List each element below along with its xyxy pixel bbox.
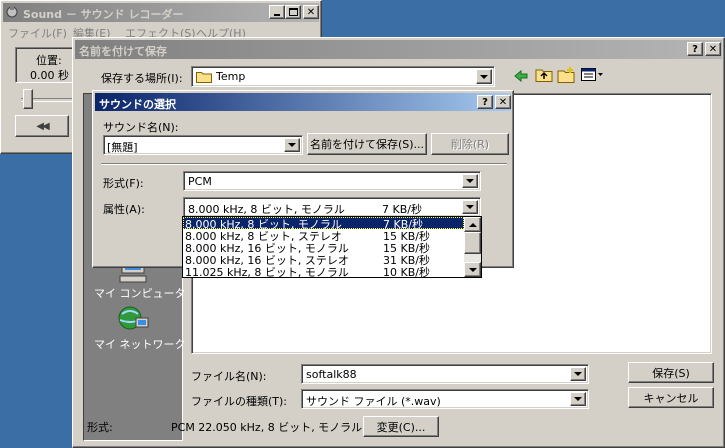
new-folder-icon[interactable] bbox=[557, 66, 575, 83]
save-as-titlebar[interactable]: 名前を付けて保存 ? ✕ bbox=[75, 40, 722, 59]
my-network-icon[interactable] bbox=[118, 304, 150, 334]
save-in-dropdown-button[interactable] bbox=[476, 69, 492, 84]
change-format-button[interactable]: 変更(C)... bbox=[363, 416, 439, 437]
save-in-label: 保存する場所(I): bbox=[101, 72, 183, 85]
attributes-scrollbar[interactable] bbox=[464, 217, 481, 277]
chevron-up-icon bbox=[468, 222, 477, 227]
sound-format-dropdown-button[interactable] bbox=[462, 174, 478, 188]
attribute-option[interactable]: 11.025 kHz, 8 ビット, モノラル 10 KB/秒 bbox=[183, 265, 464, 279]
sound-name-label: サウンド名(N): bbox=[103, 121, 179, 134]
back-icon[interactable] bbox=[513, 68, 529, 84]
format-label: 形式: bbox=[87, 421, 113, 434]
attribute-option-rate: 10 KB/秒 bbox=[383, 266, 430, 279]
filetype-value: サウンド ファイル (*.wav) bbox=[306, 395, 441, 408]
close-icon: ✕ bbox=[306, 6, 316, 18]
filetype-label: ファイルの種類(T): bbox=[191, 395, 288, 408]
filename-label: ファイル名(N): bbox=[191, 370, 267, 383]
chevron-down-icon bbox=[574, 397, 582, 401]
attributes-dropdown-list[interactable]: 8.000 kHz, 8 ビット, モノラル 7 KB/秒 8.000 kHz, 8… bbox=[182, 216, 482, 279]
attributes-rows: 8.000 kHz, 8 ビット, モノラル 7 KB/秒 8.000 kHz, 8… bbox=[183, 217, 464, 279]
save-in-value: Temp bbox=[216, 70, 246, 83]
minimize-button[interactable] bbox=[269, 5, 285, 19]
save-as-help-button[interactable]: ? bbox=[687, 42, 703, 56]
help-icon: ? bbox=[482, 96, 488, 108]
sound-name-dropdown-button[interactable] bbox=[284, 138, 300, 152]
save-as-title: 名前を付けて保存 bbox=[79, 45, 167, 58]
close-icon: ✕ bbox=[498, 96, 508, 108]
format-value: PCM 22.050 kHz, 8 ビット, モノラル bbox=[171, 421, 363, 434]
delete-sound-button-label: 削除(R) bbox=[450, 138, 490, 151]
chevron-down-icon bbox=[466, 205, 474, 209]
close-icon: ✕ bbox=[708, 43, 718, 55]
maximize-icon bbox=[288, 8, 298, 16]
sound-select-title: サウンドの選択 bbox=[99, 98, 176, 111]
sound-select-close-button[interactable]: ✕ bbox=[495, 95, 511, 109]
chevron-down-icon bbox=[288, 143, 296, 147]
sound-select-separator bbox=[101, 163, 507, 165]
chevron-down-icon bbox=[574, 372, 582, 376]
attributes-label: 属性(A): bbox=[103, 203, 145, 216]
folder-icon bbox=[196, 70, 212, 86]
maximize-button[interactable] bbox=[285, 5, 301, 19]
save-as-close-button[interactable]: ✕ bbox=[705, 42, 721, 56]
scroll-up-button[interactable] bbox=[464, 217, 481, 232]
place-my-network-label[interactable]: マイ ネットワーク bbox=[94, 336, 186, 352]
place-my-computer-label[interactable]: マイ コンピュータ bbox=[94, 285, 186, 301]
delete-sound-button[interactable]: 削除(R) bbox=[431, 133, 509, 155]
menu-file[interactable]: ファイル(F) bbox=[8, 25, 67, 41]
filename-combo[interactable]: softalk88 bbox=[301, 364, 589, 384]
sound-recorder-titlebar[interactable]: Sound － サウンド レコーダー ✕ bbox=[3, 3, 319, 22]
chevron-down-icon bbox=[480, 74, 488, 79]
sound-recorder-app-icon bbox=[6, 5, 19, 18]
filename-dropdown-button[interactable] bbox=[570, 367, 586, 381]
sound-select-titlebar[interactable]: サウンドの選択 ? ✕ bbox=[95, 93, 511, 111]
attributes-value-rate: 7 KB/秒 bbox=[382, 203, 422, 216]
sound-format-label: 形式(F): bbox=[103, 177, 144, 190]
filename-value: softalk88 bbox=[306, 368, 357, 381]
sound-name-combo[interactable]: [無題] bbox=[103, 135, 303, 155]
scroll-thumb[interactable] bbox=[464, 232, 481, 254]
sound-format-value: PCM bbox=[188, 175, 212, 188]
save-button[interactable]: 保存(S) bbox=[628, 362, 714, 383]
help-icon: ? bbox=[692, 43, 698, 55]
sound-select-help-button[interactable]: ? bbox=[477, 95, 493, 109]
save-as-sound-button-label: 名前を付けて保存(S)... bbox=[309, 138, 425, 151]
sound-format-combo[interactable]: PCM bbox=[183, 171, 481, 191]
sound-recorder-title: Sound － サウンド レコーダー bbox=[23, 8, 184, 21]
rewind-button[interactable]: ◀◀ bbox=[15, 115, 69, 137]
attributes-combo[interactable]: 8.000 kHz, 8 ビット, モノラル 7 KB/秒 bbox=[183, 197, 481, 217]
position-value: 0.00 秒 bbox=[30, 69, 69, 82]
position-slider-thumb[interactable] bbox=[23, 89, 33, 109]
minimize-icon bbox=[274, 14, 280, 16]
scroll-down-button[interactable] bbox=[464, 262, 481, 277]
sound-name-value: [無題] bbox=[107, 141, 138, 154]
position-box: 位置: 0.00 秒 bbox=[15, 47, 77, 83]
filetype-dropdown-button[interactable] bbox=[570, 392, 586, 406]
view-menu-icon[interactable] bbox=[581, 68, 603, 82]
change-format-button-label: 変更(C)... bbox=[376, 420, 426, 434]
chevron-down-icon bbox=[468, 267, 477, 272]
cancel-button[interactable]: キャンセル bbox=[628, 387, 714, 408]
save-as-sound-button[interactable]: 名前を付けて保存(S)... bbox=[307, 133, 427, 155]
attributes-value-spec: 8.000 kHz, 8 ビット, モノラル bbox=[188, 203, 345, 216]
chevron-down-icon bbox=[466, 179, 474, 183]
save-button-label: 保存(S) bbox=[652, 366, 690, 380]
cancel-button-label: キャンセル bbox=[643, 391, 699, 405]
save-in-combo[interactable]: Temp bbox=[191, 66, 495, 87]
attribute-option-spec: 11.025 kHz, 8 ビット, モノラル bbox=[185, 266, 349, 279]
attributes-dropdown-button[interactable] bbox=[462, 200, 478, 214]
position-label: 位置: bbox=[36, 54, 62, 67]
close-button[interactable]: ✕ bbox=[303, 5, 319, 19]
up-folder-icon[interactable] bbox=[535, 67, 553, 83]
filetype-combo[interactable]: サウンド ファイル (*.wav) bbox=[301, 389, 589, 409]
rewind-icon: ◀◀ bbox=[36, 120, 49, 132]
